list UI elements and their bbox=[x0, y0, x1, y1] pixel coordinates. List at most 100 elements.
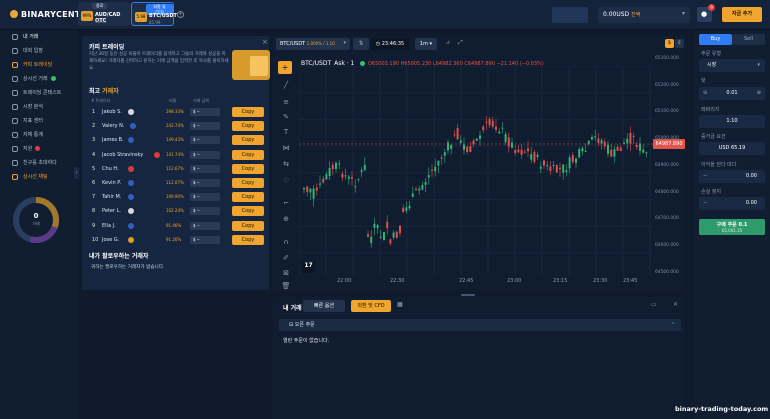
logo[interactable]: BINARYCENT bbox=[10, 10, 81, 19]
close-icon[interactable]: × bbox=[262, 38, 268, 46]
order-type-select[interactable]: 시장 ▾ bbox=[699, 59, 765, 72]
copy-button[interactable]: Copy bbox=[232, 206, 264, 217]
trade-amount-input[interactable]: $ -- bbox=[190, 207, 220, 216]
minus-icon[interactable]: ⊖ bbox=[703, 87, 707, 100]
minimize-icon[interactable]: ▭ bbox=[651, 301, 657, 308]
buy-tab[interactable]: Buy bbox=[699, 34, 732, 45]
copy-button[interactable]: Copy bbox=[232, 149, 264, 160]
resize-handle[interactable] bbox=[461, 294, 475, 296]
collapse-sidebar-icon[interactable]: ‹ bbox=[74, 167, 79, 179]
sidebar-item-indicator-center[interactable]: 지표 센터 bbox=[12, 117, 43, 124]
copy-button[interactable]: Copy bbox=[232, 220, 264, 231]
ruler-tool-icon[interactable]: ⌐ bbox=[280, 199, 292, 209]
compare-icon[interactable]: ⇅ bbox=[353, 38, 369, 50]
pencil-tool-icon[interactable]: ✐ bbox=[280, 254, 292, 264]
open-orders-header[interactable]: ⊟ 오픈 주문 ⌃ bbox=[279, 319, 681, 331]
asset-tab-1[interactable]: 종료 99% AUD/CAD OTC 96.00 bbox=[78, 2, 130, 26]
candle-body bbox=[584, 150, 587, 152]
sidebar-item-my-trades[interactable]: 내 거래 bbox=[12, 33, 38, 40]
trade-amount-input[interactable]: $ -- bbox=[190, 179, 220, 187]
sidebar-item-live-chat[interactable]: 상시선 채팅 bbox=[12, 173, 48, 180]
sidebar-item-live-trading[interactable]: 상시선 거래 bbox=[12, 75, 56, 82]
sidebar-item-copy-trading[interactable]: 카피 트레이딩 bbox=[12, 61, 52, 68]
trader-name[interactable]: Kevin P. bbox=[102, 180, 121, 186]
candle-body bbox=[319, 183, 321, 185]
interval-selector[interactable]: 1m ▾ bbox=[415, 38, 437, 50]
sell-tab[interactable]: Sell bbox=[732, 34, 765, 45]
profile-button[interactable]: ● 9 bbox=[697, 4, 715, 22]
trade-amount-input[interactable]: $ -- bbox=[190, 150, 220, 159]
section-link[interactable]: 거래자 bbox=[102, 88, 119, 95]
stop-loss-field[interactable]: −0.00 bbox=[699, 197, 765, 210]
minus-icon[interactable]: − bbox=[703, 197, 707, 210]
measure-tool-icon[interactable]: ⇆ bbox=[280, 160, 292, 170]
trader-name[interactable]: Jose G. bbox=[102, 237, 119, 243]
amount-stepper[interactable]: ⊖ 0.01 ⊕ bbox=[699, 87, 765, 100]
deposit-button[interactable]: 자금 추가 bbox=[722, 7, 762, 22]
trade-amount-input[interactable]: $ -- bbox=[190, 235, 220, 244]
sidebar-item-statistics[interactable]: 자체 통계 bbox=[12, 131, 43, 138]
pair-selector[interactable]: BTC/USDT 1.000% / 1.10 ▾ bbox=[276, 38, 350, 50]
open-orders-empty: 열린 주문이 없습니다. bbox=[283, 338, 330, 344]
pattern-tool-icon[interactable]: ⋈ bbox=[280, 144, 292, 154]
copy-button[interactable]: Copy bbox=[232, 192, 264, 203]
trade-amount-input[interactable]: $ -- bbox=[190, 122, 220, 131]
take-profit-field[interactable]: −0.00 bbox=[699, 170, 765, 183]
copy-button[interactable]: Copy bbox=[232, 121, 264, 132]
trash-tool-icon[interactable]: 🗑︎ bbox=[280, 282, 292, 292]
trader-name[interactable]: Chu H. bbox=[102, 166, 119, 172]
text-tool-icon[interactable]: T bbox=[280, 128, 292, 138]
trader-name[interactable]: James B. bbox=[102, 137, 124, 143]
tab-forex-cfd[interactable]: 외환 및 CFD bbox=[351, 300, 391, 312]
lock-tool-icon[interactable]: ⊠ bbox=[280, 269, 292, 279]
trade-amount-input[interactable]: $ -- bbox=[190, 221, 220, 230]
crosshair-tool-icon[interactable]: + bbox=[278, 61, 292, 74]
trader-name[interactable]: Jacob Stravinsky bbox=[102, 152, 143, 158]
trendline-tool-icon[interactable]: ╱ bbox=[280, 81, 292, 91]
zoom-tool-icon[interactable]: ⊕ bbox=[280, 215, 292, 225]
close-panel-icon[interactable]: ✕ bbox=[673, 301, 678, 308]
trader-name[interactable]: Tahir M. bbox=[102, 194, 121, 200]
magnet-tool-icon[interactable]: ∩ bbox=[280, 238, 292, 248]
horizontal-line-tool-icon[interactable]: ≡ bbox=[280, 98, 292, 108]
brush-tool-icon[interactable]: ✎ bbox=[280, 113, 292, 123]
calendar-icon[interactable]: ▦ bbox=[397, 301, 403, 308]
copy-button[interactable]: Copy bbox=[232, 163, 264, 174]
analysis-icon bbox=[12, 103, 18, 110]
leverage-value[interactable]: 1:10 bbox=[699, 115, 765, 128]
favorite-tool-icon[interactable]: ♡ bbox=[280, 177, 292, 187]
copy-button[interactable]: Copy bbox=[232, 234, 264, 245]
copy-button[interactable]: Copy bbox=[232, 107, 264, 117]
sidebar-item-invite-friends[interactable]: 친구를 초대하다 bbox=[12, 159, 57, 166]
trade-amount-input[interactable]: $ -- bbox=[190, 164, 220, 173]
time-tick: 23:00 bbox=[507, 278, 522, 284]
trade-amount-input[interactable]: $ -- bbox=[190, 193, 220, 202]
indicators-icon[interactable]: ⩘ bbox=[446, 39, 449, 47]
sidebar-item-trading-contest[interactable]: 트레이딩 콘테스트 bbox=[12, 89, 61, 96]
sidebar-item-support[interactable]: 지원 bbox=[12, 145, 41, 152]
copy-button[interactable]: Copy bbox=[232, 178, 264, 188]
trade-amount-input[interactable]: $ -- bbox=[190, 108, 220, 116]
fullscreen-icon[interactable]: ⤢ bbox=[458, 39, 463, 47]
sidebar-item-market-analysis[interactable]: 시장 분석 bbox=[12, 103, 43, 110]
sidebar-item-contest-entry[interactable]: 대회 입장 bbox=[12, 47, 43, 54]
col-header-amount: 거래 금액 bbox=[193, 98, 209, 103]
logo-icon bbox=[10, 10, 18, 18]
trader-name[interactable]: Peter L. bbox=[102, 208, 121, 214]
copy-button[interactable]: Copy bbox=[232, 135, 264, 146]
balance-selector[interactable]: 0.00USD 잔액 ▾ bbox=[598, 7, 690, 23]
promo-icon[interactable] bbox=[552, 7, 588, 23]
trade-amount-input[interactable]: $ -- bbox=[190, 136, 220, 145]
plus-icon[interactable]: ⊕ bbox=[757, 87, 761, 100]
asset-tab-2[interactable]: 외환 및 CFD 5.98 BTC/USDT 85.99 bbox=[131, 2, 177, 26]
candlestick-chart[interactable] bbox=[299, 66, 653, 276]
minus-icon[interactable]: − bbox=[703, 170, 707, 183]
trader-name[interactable]: Valery N. bbox=[102, 123, 125, 129]
country-flag-icon bbox=[128, 109, 134, 115]
tab-quick-options[interactable]: 빠른 옵션 bbox=[303, 300, 345, 312]
trader-name[interactable]: Jakob S. bbox=[102, 109, 122, 115]
candle-body bbox=[351, 177, 353, 179]
trader-name[interactable]: Ella J. bbox=[102, 223, 116, 229]
add-tab-icon[interactable]: + bbox=[177, 11, 184, 18]
submit-order-button[interactable]: 구매 주문 0.1 65,001.35 bbox=[699, 219, 765, 235]
